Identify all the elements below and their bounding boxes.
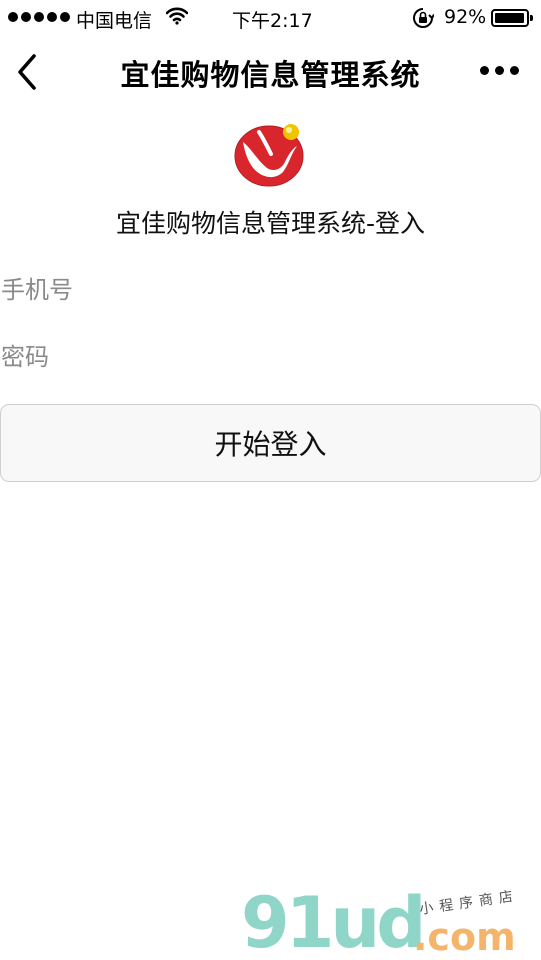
password-field[interactable] [0, 333, 541, 381]
watermark-subtitle: 小程序商店 [418, 888, 520, 918]
rotation-lock-icon [413, 8, 434, 28]
navigation-bar: 宜佳购物信息管理系统 [0, 36, 541, 106]
battery-percent: 92% [444, 6, 487, 28]
brand-logo-icon [234, 124, 304, 187]
carrier-name: 中国电信 [76, 10, 153, 32]
more-dots-icon[interactable] [480, 66, 519, 75]
watermark-suffix: .com [413, 915, 516, 959]
password-input[interactable] [1, 333, 541, 381]
phone-field[interactable] [0, 266, 541, 314]
battery-icon [491, 9, 533, 27]
signal-dots-icon [8, 12, 70, 22]
wifi-icon [166, 7, 188, 25]
status-time: 下午2:17 [232, 10, 313, 32]
phone-input[interactable] [1, 266, 541, 314]
watermark-brand: 91ud [241, 882, 426, 960]
login-button[interactable]: 开始登入 [0, 404, 541, 482]
nav-title: 宜佳购物信息管理系统 [120, 58, 421, 92]
page-title: 宜佳购物信息管理系统-登入 [115, 209, 426, 238]
watermark-logo: 91ud .com 小程序商店 [241, 888, 541, 960]
status-bar: 中国电信 下午2:17 92% [0, 0, 541, 36]
